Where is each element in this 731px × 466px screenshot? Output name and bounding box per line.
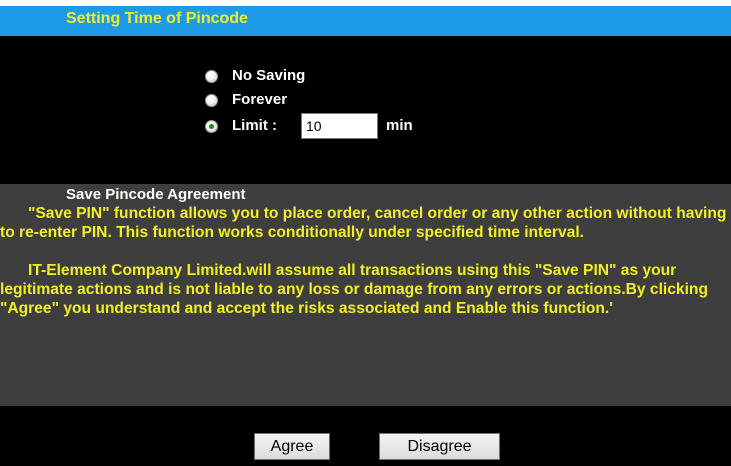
limit-unit-label: min (386, 117, 413, 134)
agreement-paragraph-2: IT-Element Company Limited.will assume a… (0, 262, 708, 317)
option-label-limit: Limit : (232, 117, 277, 134)
agreement-section: Save Pincode Agreement "Save PIN" functi… (0, 184, 731, 406)
page-title: Setting Time of Pincode (66, 10, 248, 27)
agreement-heading: Save Pincode Agreement (66, 186, 246, 203)
agreement-body: "Save PIN" function allows you to place … (0, 204, 731, 318)
radio-limit[interactable] (205, 120, 218, 133)
pincode-settings-panel: Setting Time of Pincode No Saving Foreve… (0, 6, 731, 466)
title-bar: Setting Time of Pincode (0, 6, 731, 36)
option-label-forever: Forever (232, 91, 288, 108)
radio-forever[interactable] (205, 94, 218, 107)
disagree-button[interactable]: Disagree (379, 433, 500, 460)
agreement-paragraph-1: "Save PIN" function allows you to place … (0, 205, 727, 241)
limit-minutes-input[interactable] (301, 113, 378, 139)
agree-button[interactable]: Agree (254, 433, 330, 460)
option-label-no-saving: No Saving (232, 67, 306, 84)
radio-no-saving[interactable] (205, 70, 218, 83)
